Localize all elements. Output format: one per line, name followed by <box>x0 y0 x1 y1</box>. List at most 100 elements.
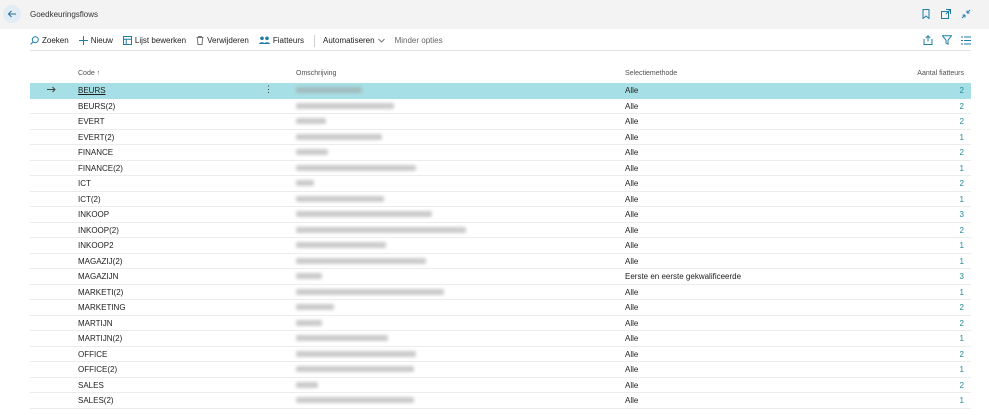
cell-approver-count[interactable]: 2 <box>960 117 964 126</box>
cell-code[interactable]: SALES <box>78 381 104 390</box>
approvers-label: Fiatteurs <box>272 36 304 45</box>
more-options-icon[interactable]: ⋮ <box>264 84 273 95</box>
automate-menu[interactable]: Automatiseren <box>323 36 385 45</box>
delete-button[interactable]: Verwijderen <box>196 36 249 45</box>
cell-code[interactable]: BEURS <box>78 86 106 95</box>
cell-code[interactable]: INKOOP(2) <box>78 226 119 235</box>
cell-code[interactable]: OFFICE <box>78 350 107 359</box>
cell-approver-count[interactable]: 2 <box>960 148 964 157</box>
cell-approver-count[interactable]: 2 <box>960 381 964 390</box>
cell-approver-count[interactable]: 1 <box>960 257 964 266</box>
trash-icon <box>196 36 204 45</box>
cell-approver-count[interactable]: 2 <box>960 86 964 95</box>
table-row[interactable]: MAGAZIJN Eerste en eerste gekwalificeerde… <box>30 269 971 285</box>
cell-approver-count[interactable]: 1 <box>960 241 964 250</box>
cell-approver-count[interactable]: 1 <box>960 334 964 343</box>
bookmark-button[interactable] <box>921 9 931 19</box>
cell-code[interactable]: INKOOP2 <box>78 241 114 250</box>
column-header-approver-count[interactable]: Aantal fiatteurs <box>917 70 964 77</box>
table-row[interactable]: MARKETI(2) Alle 1 <box>30 285 971 300</box>
cell-selection-method: Alle <box>625 148 639 157</box>
cell-approver-count[interactable]: 2 <box>960 303 964 312</box>
cell-selection-method: Alle <box>625 179 639 188</box>
table-row[interactable]: INKOOP(2) Alle 2 <box>30 223 971 238</box>
cell-code[interactable]: MARTIJN(2) <box>78 334 122 343</box>
cell-approver-count[interactable]: 1 <box>960 164 964 173</box>
table-row[interactable]: FINANCE Alle 2 <box>30 145 971 161</box>
cell-selection-method: Alle <box>625 194 639 204</box>
filter-button[interactable] <box>942 35 952 45</box>
cell-approver-count[interactable]: 2 <box>960 102 964 111</box>
table-row[interactable]: SALES Alle 2 <box>30 378 971 393</box>
cell-code[interactable]: BEURS(2) <box>78 102 115 111</box>
cell-approver-count[interactable]: 2 <box>960 226 964 235</box>
cell-approver-count[interactable]: 1 <box>960 365 964 374</box>
edit-list-button[interactable]: Lijst bewerken <box>122 36 186 45</box>
search-button[interactable]: Zoeken <box>30 36 69 45</box>
table-row[interactable]: INKOOP2 Alle 1 <box>30 238 971 254</box>
cell-code[interactable]: MAGAZIJN <box>78 272 118 281</box>
table-row[interactable]: MARTIJN Alle 2 <box>30 316 971 331</box>
cell-approver-count[interactable]: 3 <box>960 210 964 219</box>
table-row[interactable]: ⋮ BEURS Alle 2 <box>30 83 971 99</box>
collapse-button[interactable] <box>961 9 971 19</box>
cell-selection-method: Alle <box>625 117 639 126</box>
cell-approver-count[interactable]: 2 <box>960 179 964 188</box>
table-row[interactable]: MARKETING Alle 2 <box>30 300 971 316</box>
cell-code[interactable]: EVERT <box>78 117 105 126</box>
cell-code[interactable]: EVERT(2) <box>78 133 114 142</box>
table-row[interactable]: OFFICE Alle 2 <box>30 347 971 362</box>
share-button[interactable] <box>923 35 933 45</box>
list-view-button[interactable] <box>961 35 971 45</box>
table-row[interactable]: EVERT Alle 2 <box>30 114 971 130</box>
table-row[interactable]: ICT Alle 2 <box>30 176 971 192</box>
back-button[interactable] <box>3 5 21 23</box>
table-row[interactable]: MARTIJN(2) Alle 1 <box>30 331 971 347</box>
column-header-description[interactable]: Omschrijving <box>296 70 336 77</box>
cell-code[interactable]: FINANCE(2) <box>78 164 123 173</box>
table-row[interactable]: EVERT(2) Alle 1 <box>30 130 971 145</box>
cell-approver-count[interactable]: 3 <box>960 272 964 281</box>
table-row[interactable]: SALES(2) Alle 1 <box>30 393 971 409</box>
cell-code[interactable]: MARTIJN <box>78 319 113 328</box>
cell-code[interactable]: SALES(2) <box>78 396 114 405</box>
column-header-code[interactable]: Code ↑ <box>78 70 100 77</box>
new-button[interactable]: Nieuw <box>78 36 113 45</box>
cell-approver-count[interactable]: 1 <box>960 396 964 405</box>
open-new-window-button[interactable] <box>941 9 951 19</box>
cell-description <box>296 381 318 390</box>
search-icon <box>30 36 39 45</box>
cell-code[interactable]: MAGAZIJ(2) <box>78 257 122 266</box>
cell-approver-count[interactable]: 1 <box>960 288 964 297</box>
table-row[interactable]: FINANCE(2) Alle 1 <box>30 161 971 176</box>
cell-description <box>296 86 362 95</box>
cell-code[interactable]: INKOOP <box>78 210 109 219</box>
fewer-options-button[interactable]: Minder opties <box>395 36 443 45</box>
cell-code[interactable]: ICT(2) <box>78 195 101 204</box>
automate-label: Automatiseren <box>323 36 375 45</box>
cell-code[interactable]: OFFICE(2) <box>78 365 117 374</box>
cell-approver-count[interactable]: 2 <box>960 319 964 328</box>
page-header: Goedkeuringsflows <box>0 0 989 29</box>
approvers-button[interactable]: Fiatteurs <box>258 36 304 45</box>
table-row[interactable]: INKOOP Alle 3 <box>30 207 971 223</box>
table-row[interactable]: OFFICE(2) Alle 1 <box>30 362 971 378</box>
cell-approver-count[interactable]: 2 <box>960 350 964 359</box>
cell-code[interactable]: MARKETING <box>78 303 126 312</box>
table-header: Code ↑ Omschrijving Selectiemethode Aant… <box>30 67 971 83</box>
table-row[interactable]: BEURS(2) Alle 2 <box>30 99 971 114</box>
toolbar-divider <box>314 34 315 47</box>
cell-code[interactable]: MARKETI(2) <box>78 288 123 297</box>
table-row[interactable]: MAGAZIJ(2) Alle 1 <box>30 254 971 269</box>
cell-description <box>296 133 382 142</box>
cell-approver-count[interactable]: 1 <box>960 195 964 204</box>
column-header-selection-method[interactable]: Selectiemethode <box>625 70 677 77</box>
cell-code[interactable]: FINANCE <box>78 148 113 157</box>
cell-description <box>296 226 466 235</box>
cell-code[interactable]: ICT <box>78 179 91 188</box>
cell-approver-count[interactable]: 1 <box>960 133 964 142</box>
people-icon <box>258 36 270 44</box>
cell-description <box>296 303 334 312</box>
cell-selection-method: Alle <box>625 163 639 173</box>
table-row[interactable]: ICT(2) Alle 1 <box>30 192 971 207</box>
